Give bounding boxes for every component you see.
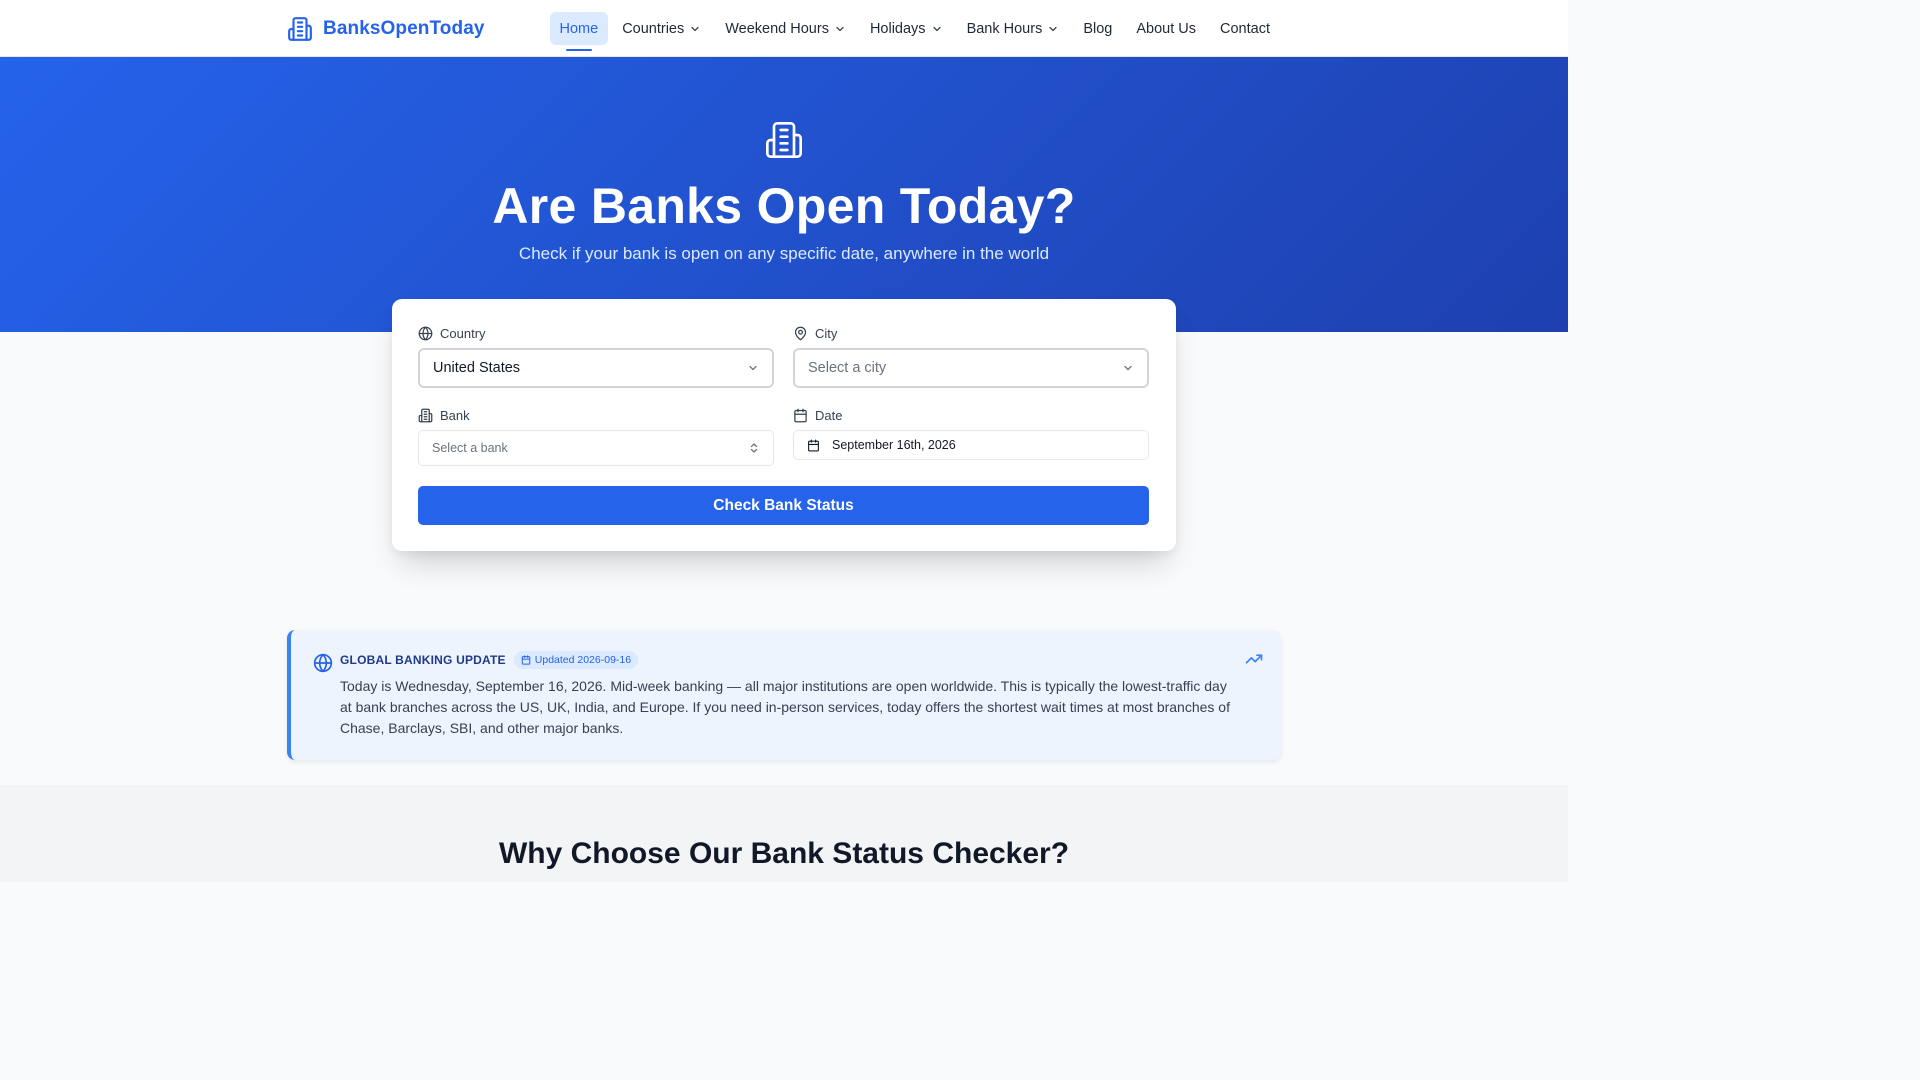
chevron-down-icon [691,26,699,31]
chevron-down-icon [749,365,757,371]
nav-item-label: Holidays [869,20,926,37]
nav-item-label: Bank Hours [966,20,1043,37]
building-icon [766,122,802,159]
nav-item-label: Countries [622,20,685,37]
features-section-title: Why Choose Our Bank Status Checker? [498,837,1070,870]
nav-item-about-us[interactable]: About Us [1126,12,1206,45]
city-select[interactable]: Select a city [793,348,1149,388]
hero-section: Are Banks Open Today? Check if your bank… [0,57,1568,332]
nav-item-blog[interactable]: Blog [1073,12,1122,45]
calendar-icon [808,439,819,451]
update-title: GLOBAL BANKING UPDATE [340,653,506,667]
top-navbar: BanksOpenToday Home Countries Weekend Ho… [0,0,1568,57]
chevron-down-icon [1124,365,1132,371]
calendar-icon [794,408,807,423]
updated-date-text: Updated 2026-09-16 [534,654,632,666]
features-section: Why Choose Our Bank Status Checker? [0,785,1568,882]
building-icon [418,408,433,423]
update-body: Today is Wednesday, September 16, 2026. … [340,678,1230,736]
chevron-down-icon [932,26,941,31]
bank-combobox-placeholder: Select a bank [432,441,508,455]
date-label: Date [793,408,842,423]
nav-item-countries[interactable]: Countries [612,12,711,45]
chevron-down-icon [836,26,844,31]
hero-title: Are Banks Open Today? [492,178,1076,234]
bank-label: Bank [418,408,470,423]
brand-name: BanksOpenToday [323,18,485,39]
city-label-text: City [815,326,838,341]
updated-date-badge: Updated 2026-09-16 [513,651,639,669]
nav-item-label: Contact [1220,20,1270,37]
nav-item-label: Weekend Hours [725,20,829,37]
country-select-value: United States [433,360,521,376]
chevron-down-icon [1049,26,1057,31]
calendar-icon [521,655,531,665]
country-label-text: Country [440,326,486,341]
country-select[interactable]: United States [418,348,774,388]
nav-item-home[interactable]: Home [549,12,609,51]
chevrons-up-down-icon [750,443,758,453]
global-banking-update: GLOBAL BANKING UPDATE Updated 2026-09-16… [287,630,1281,760]
map-pin-icon [794,326,807,341]
main-menu: Home Countries Weekend Hours Holidays Ba… [549,12,1281,51]
nav-item-holidays[interactable]: Holidays [860,12,953,45]
bank-label-text: Bank [440,408,470,423]
nav-item-label: Blog [1083,20,1113,37]
brand-logo-link[interactable]: BanksOpenToday [287,16,485,42]
date-label-text: Date [815,408,843,423]
nav-item-contact[interactable]: Contact [1210,12,1280,45]
nav-item-label: Home [559,20,599,37]
nav-item-label: About Us [1136,20,1197,37]
bank-status-form: Country United States City Select a city… [392,299,1176,551]
globe-icon [313,653,333,673]
building-icon [288,17,312,41]
bank-combobox[interactable]: Select a bank [418,430,774,466]
nav-item-bank-hours[interactable]: Bank Hours [957,12,1070,45]
trending-up-icon [1245,654,1263,664]
date-picker-button[interactable]: September 16th, 2026 [793,430,1149,460]
globe-icon [418,326,433,341]
hero-subtitle: Check if your bank is open on any specif… [518,244,1050,263]
country-label: Country [418,326,486,341]
nav-item-weekend-hours[interactable]: Weekend Hours [715,12,856,45]
date-value: September 16th, 2026 [832,438,956,452]
city-label: City [793,326,837,341]
update-header: GLOBAL BANKING UPDATE Updated 2026-09-16 [340,651,639,669]
check-bank-status-button[interactable]: Check Bank Status [418,486,1149,525]
city-select-placeholder: Select a city [808,360,887,376]
